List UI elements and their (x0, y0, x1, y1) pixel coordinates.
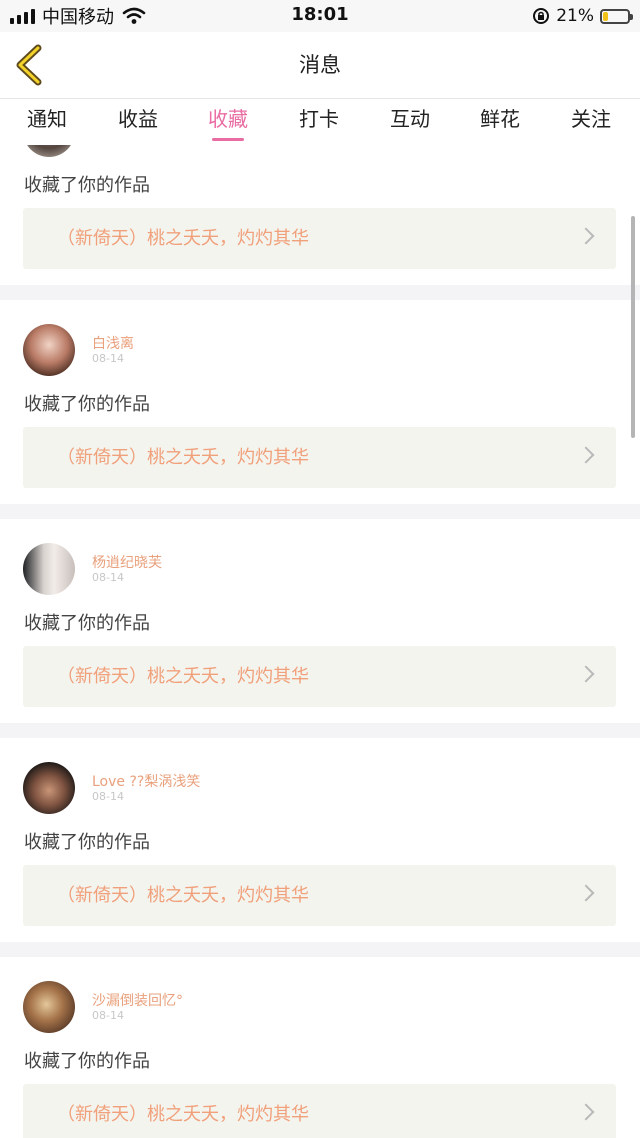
user-name[interactable]: 沙漏倒装回忆° (92, 990, 183, 1010)
chevron-right-icon (577, 884, 595, 902)
avatar[interactable] (23, 145, 75, 157)
action-text: 收藏了你的作品 (24, 613, 150, 634)
tab-label: 收藏 (208, 107, 248, 131)
user-name[interactable]: 杨逍纪晓芙 (92, 552, 162, 572)
page-title: 消息 (299, 53, 341, 77)
tab-interaction[interactable]: 互动 (375, 99, 445, 145)
feed-item: 收藏了你的作品 （新倚天）桃之夭夭，灼灼其华 (0, 145, 640, 285)
tab-label: 打卡 (299, 107, 339, 131)
feed-item: 杨逍纪晓芙 08-14 收藏了你的作品 （新倚天）桃之夭夭，灼灼其华 (0, 519, 640, 723)
tab-label: 通知 (27, 107, 67, 131)
tab-notify[interactable]: 通知 (12, 99, 82, 145)
work-link[interactable]: （新倚天）桃之夭夭，灼灼其华 (23, 865, 616, 926)
tab-checkin[interactable]: 打卡 (284, 99, 354, 145)
tab-label: 收益 (118, 107, 158, 131)
tab-earnings[interactable]: 收益 (103, 99, 173, 145)
tab-bar: 通知 收益 收藏 打卡 互动 鲜花 关注 (0, 99, 640, 145)
feed-item: 白浅离 08-14 收藏了你的作品 （新倚天）桃之夭夭，灼灼其华 (0, 300, 640, 504)
status-bar: 中国移动 18:01 21% (0, 0, 640, 32)
orientation-lock-icon (533, 8, 550, 24)
action-text: 收藏了你的作品 (24, 175, 150, 196)
action-text: 收藏了你的作品 (24, 394, 150, 415)
work-title: （新倚天）桃之夭夭，灼灼其华 (57, 666, 309, 687)
work-title: （新倚天）桃之夭夭，灼灼其华 (57, 885, 309, 906)
timestamp: 08-14 (92, 352, 124, 365)
battery-level (603, 11, 608, 21)
scrollbar[interactable] (631, 216, 635, 438)
chevron-right-icon (577, 1103, 595, 1121)
avatar[interactable] (23, 981, 75, 1033)
user-name[interactable]: 白浅离 (92, 333, 134, 353)
feed-item: Love ??梨涡浅笑 08-14 收藏了你的作品 （新倚天）桃之夭夭，灼灼其华 (0, 738, 640, 942)
avatar[interactable] (23, 762, 75, 814)
nav-bar: 消息 (0, 32, 640, 99)
work-title: （新倚天）桃之夭夭，灼灼其华 (57, 447, 309, 468)
tab-following[interactable]: 关注 (556, 99, 626, 145)
action-text: 收藏了你的作品 (24, 832, 150, 853)
work-title: （新倚天）桃之夭夭，灼灼其华 (57, 228, 309, 249)
status-right: 21% (532, 4, 633, 28)
chevron-right-icon (577, 665, 595, 683)
tab-favorites[interactable]: 收藏 (193, 99, 263, 145)
tab-label: 鲜花 (480, 107, 520, 131)
timestamp: 08-14 (92, 790, 124, 803)
battery-charging-icon (600, 8, 633, 24)
tab-label: 关注 (571, 107, 611, 131)
work-title: （新倚天）桃之夭夭，灼灼其华 (57, 1104, 309, 1125)
chevron-right-icon (577, 227, 595, 245)
tab-label: 互动 (390, 107, 430, 131)
avatar[interactable] (23, 543, 75, 595)
timestamp: 08-14 (92, 1009, 124, 1022)
chevron-right-icon (577, 446, 595, 464)
action-text: 收藏了你的作品 (24, 1051, 150, 1072)
work-link[interactable]: （新倚天）桃之夭夭，灼灼其华 (23, 646, 616, 707)
work-link[interactable]: （新倚天）桃之夭夭，灼灼其华 (23, 1084, 616, 1138)
active-tab-indicator (212, 138, 244, 141)
tab-flowers[interactable]: 鲜花 (465, 99, 535, 145)
timestamp: 08-14 (92, 571, 124, 584)
avatar[interactable] (23, 324, 75, 376)
work-link[interactable]: （新倚天）桃之夭夭，灼灼其华 (23, 208, 616, 269)
battery-percent: 21% (556, 6, 594, 26)
feed-item: 沙漏倒装回忆° 08-14 收藏了你的作品 （新倚天）桃之夭夭，灼灼其华 (0, 957, 640, 1138)
favorites-feed[interactable]: 收藏了你的作品 （新倚天）桃之夭夭，灼灼其华 白浅离 08-14 收藏了你的作品… (0, 145, 640, 1138)
work-link[interactable]: （新倚天）桃之夭夭，灼灼其华 (23, 427, 616, 488)
user-name[interactable]: Love ??梨涡浅笑 (92, 771, 200, 791)
